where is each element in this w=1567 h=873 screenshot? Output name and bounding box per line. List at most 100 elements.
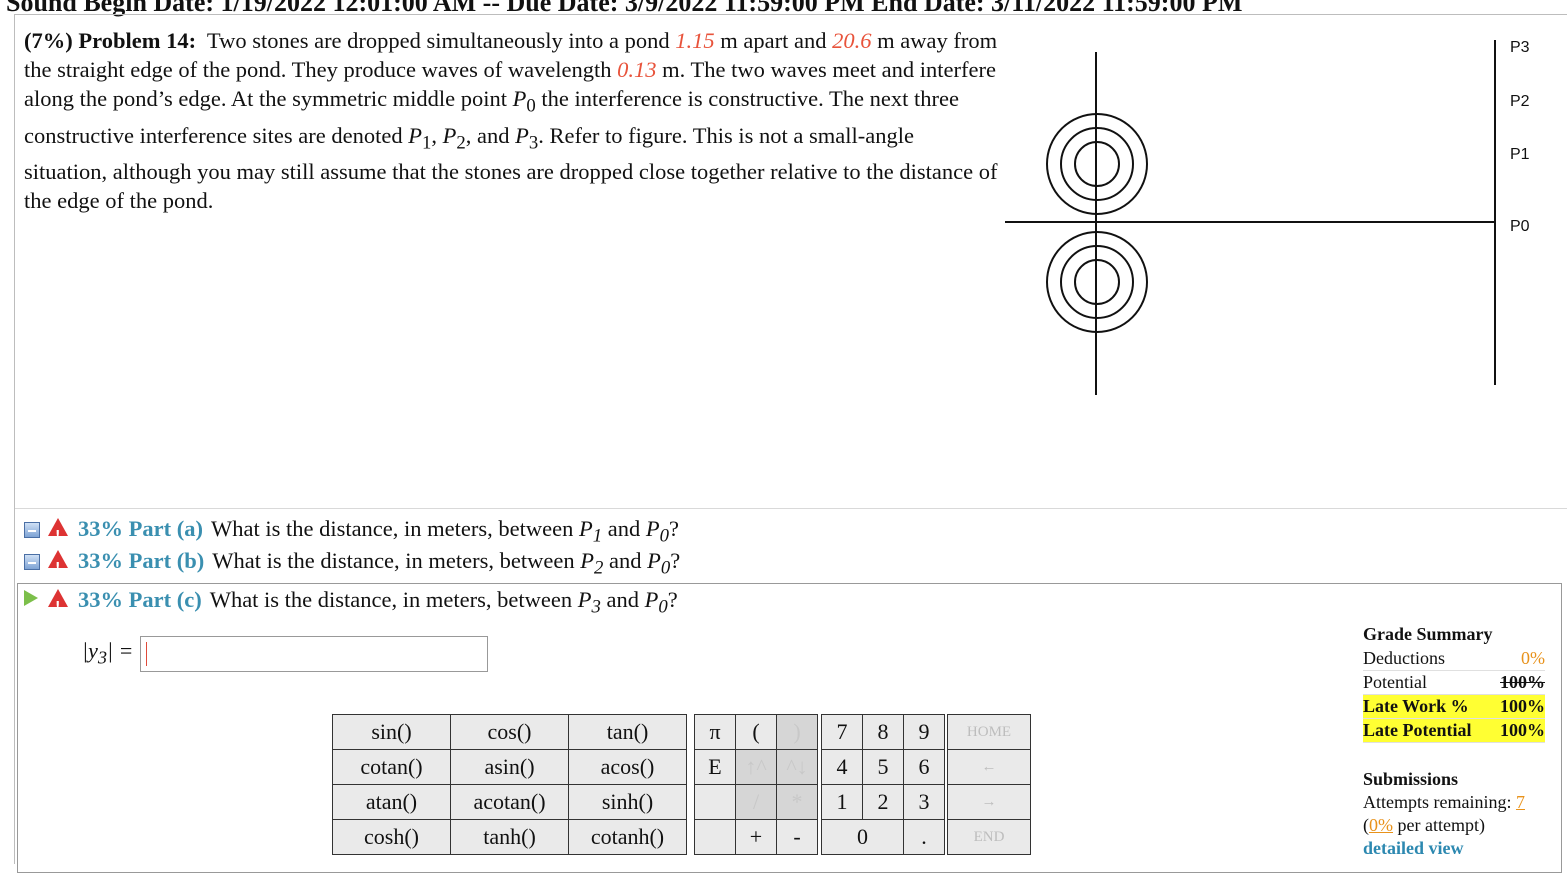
attempts-remaining: Attempts remaining: 7 — [1363, 791, 1563, 814]
late-work-value: 100% — [1500, 696, 1545, 716]
key-3[interactable]: 3 — [903, 784, 945, 820]
part-b-p: P — [580, 548, 594, 573]
part-a-and: and — [602, 516, 646, 541]
late-work-row: Late Work % 100% — [1363, 695, 1545, 719]
collapse-icon[interactable] — [24, 554, 40, 570]
key-4[interactable]: 4 — [821, 749, 863, 785]
part-b-label[interactable]: 33% Part (b) — [78, 548, 204, 573]
attempts-value-link[interactable]: 7 — [1516, 792, 1525, 812]
key-0[interactable]: 0 — [821, 819, 904, 855]
part-b-question: What is the distance, in meters, between — [212, 548, 581, 573]
key-close-paren[interactable]: ) — [776, 714, 818, 750]
submissions-panel: Submissions Attempts remaining: 7 (0% pe… — [1363, 768, 1563, 860]
late-potential-row: Late Potential 100% — [1363, 719, 1545, 743]
part-c-label[interactable]: 33% Part (c) — [78, 587, 202, 612]
detailed-view-link[interactable]: detailed view — [1363, 837, 1563, 860]
key-cotanh[interactable]: cotanh() — [568, 819, 687, 855]
key-cos[interactable]: cos() — [450, 714, 569, 750]
key-7[interactable]: 7 — [821, 714, 863, 750]
label-p2: P2 — [1510, 93, 1530, 110]
per-attempt-text: per attempt) — [1393, 815, 1485, 835]
key-power-up[interactable]: ↑^ — [735, 749, 777, 785]
part-b-p0: P — [647, 548, 661, 573]
answer-label: |y3| = — [82, 638, 134, 668]
warning-icon — [48, 550, 68, 582]
key-2[interactable]: 2 — [862, 784, 904, 820]
key-8[interactable]: 8 — [862, 714, 904, 750]
text-caret — [146, 642, 147, 666]
key-cosh[interactable]: cosh() — [332, 819, 451, 855]
key-multiply[interactable]: * — [776, 784, 818, 820]
deductions-row: Deductions 0% — [1363, 647, 1545, 671]
part-a-sub0: 0 — [659, 525, 669, 547]
key-left-arrow[interactable]: ← — [947, 749, 1031, 785]
part-c-p0: P — [644, 587, 659, 612]
grade-summary-title: Grade Summary — [1363, 624, 1493, 644]
part-a-label[interactable]: 33% Part (a) — [78, 516, 203, 541]
key-acos[interactable]: acos() — [568, 749, 687, 785]
potential-label: Potential — [1363, 672, 1427, 692]
key-home[interactable]: HOME — [947, 714, 1031, 750]
part-c-and: and — [600, 587, 645, 612]
key-tan[interactable]: tan() — [568, 714, 687, 750]
key-divide[interactable]: / — [735, 784, 777, 820]
key-6[interactable]: 6 — [903, 749, 945, 785]
key-5[interactable]: 5 — [862, 749, 904, 785]
key-power-down[interactable]: ^↓ — [776, 749, 818, 785]
key-1[interactable]: 1 — [821, 784, 863, 820]
part-a-question: What is the distance, in meters, between — [210, 516, 579, 541]
key-atan[interactable]: atan() — [332, 784, 451, 820]
part-a-p0: P — [645, 516, 660, 541]
key-sinh[interactable]: sinh() — [568, 784, 687, 820]
part-b-end: ? — [670, 548, 681, 573]
part-a-p: P — [578, 516, 593, 541]
answer-input[interactable] — [140, 636, 488, 672]
late-potential-value: 100% — [1500, 720, 1545, 740]
key-pi[interactable]: π — [694, 714, 736, 750]
key-end[interactable]: END — [947, 819, 1031, 855]
symbol-keypad: π() E ↑^ ^↓ / * + - — [694, 714, 818, 855]
key-9[interactable]: 9 — [903, 714, 945, 750]
potential-value: 100% — [1500, 672, 1545, 692]
separator — [15, 508, 1567, 509]
potential-row: Potential 100% — [1363, 671, 1545, 695]
warning-icon — [48, 589, 68, 621]
number-keypad: 789 456 123 0. — [821, 714, 945, 855]
key-decimal[interactable]: . — [903, 819, 945, 855]
label-p3: P3 — [1510, 39, 1530, 56]
attempts-label: Attempts remaining: — [1363, 792, 1516, 812]
key-right-arrow[interactable]: → — [947, 784, 1031, 820]
key-tanh[interactable]: tanh() — [450, 819, 569, 855]
key-e[interactable]: E — [694, 749, 736, 785]
key-plus[interactable]: + — [735, 819, 777, 855]
part-b-sub: 2 — [593, 557, 604, 579]
navigation-keypad: HOME ← → END — [947, 714, 1031, 855]
key-open-paren[interactable]: ( — [735, 714, 777, 750]
key-asin[interactable]: asin() — [450, 749, 569, 785]
part-a-row[interactable]: 33% Part (a) What is the distance, in met… — [24, 514, 679, 550]
deductions-value: 0% — [1521, 648, 1545, 668]
part-b-sub0: 0 — [660, 557, 671, 579]
per-attempt-value-link[interactable]: 0% — [1369, 815, 1393, 835]
per-attempt: (0% per attempt) — [1363, 814, 1563, 837]
expand-arrow-icon[interactable] — [24, 590, 38, 606]
collapse-icon[interactable] — [24, 522, 40, 538]
key-sin[interactable]: sin() — [332, 714, 451, 750]
label-p0: P0 — [1510, 218, 1530, 235]
part-c-row[interactable]: 33% Part (c) What is the distance, in met… — [24, 585, 678, 621]
answer-sub: 3 — [97, 647, 107, 668]
part-c-sub0: 0 — [658, 596, 668, 618]
submissions-title: Submissions — [1363, 769, 1459, 789]
deductions-label: Deductions — [1363, 648, 1445, 668]
label-p1: P1 — [1510, 146, 1530, 163]
part-c-p: P — [577, 587, 592, 612]
part-a-sub: 1 — [592, 525, 603, 547]
key-blank-2 — [694, 819, 736, 855]
key-acotan[interactable]: acotan() — [450, 784, 569, 820]
key-cotan[interactable]: cotan() — [332, 749, 451, 785]
answer-var: y — [88, 638, 98, 663]
part-b-row[interactable]: 33% Part (b) What is the distance, in met… — [24, 546, 681, 582]
late-work-label: Late Work % — [1363, 696, 1469, 716]
part-c-sub: 3 — [591, 596, 601, 618]
key-minus[interactable]: - — [776, 819, 818, 855]
